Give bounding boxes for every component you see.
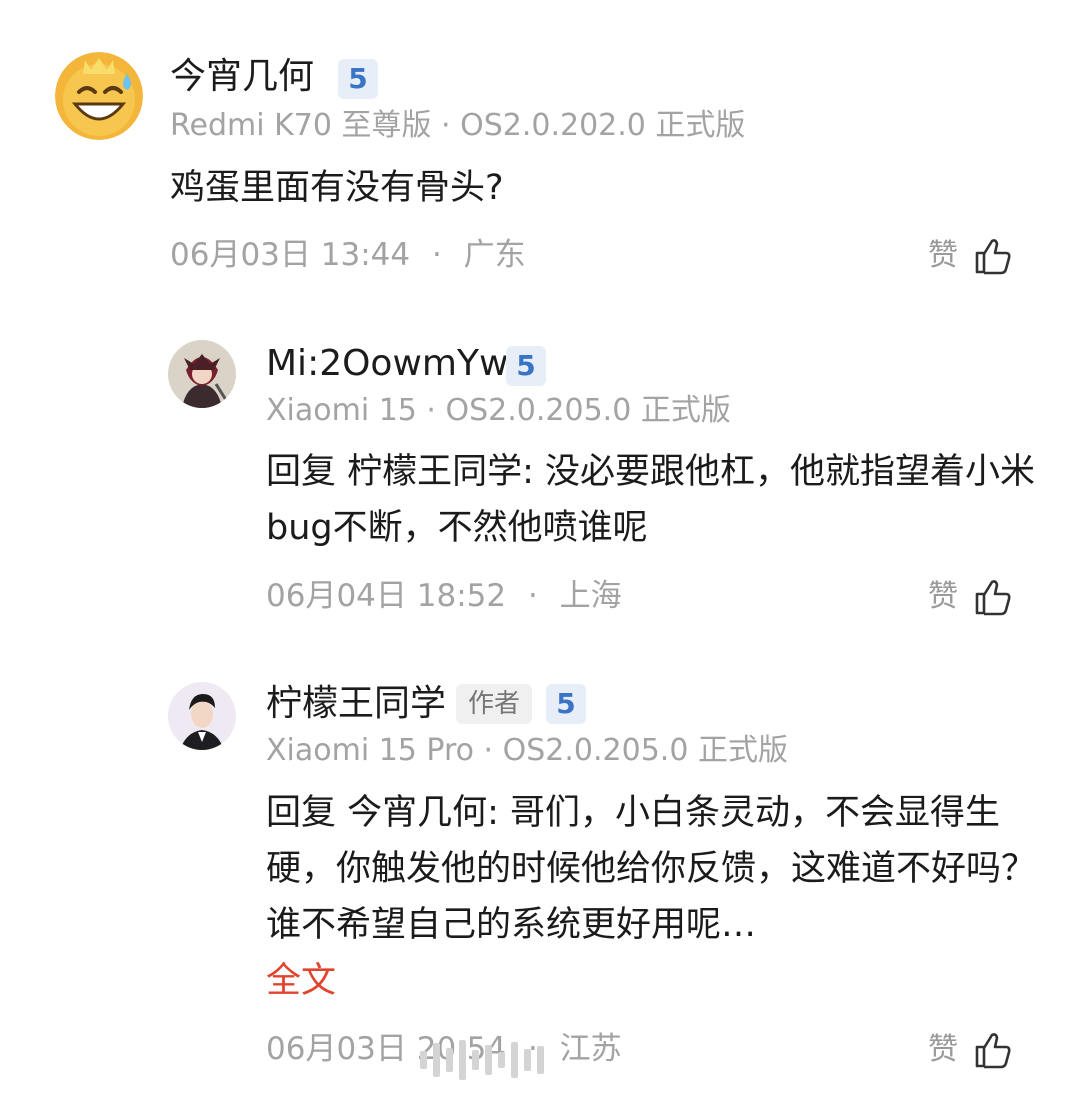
- level-badge: 5: [338, 59, 378, 99]
- comment-text[interactable]: 鸡蛋里面有没有骨头?: [170, 160, 1010, 216]
- like-button[interactable]: 赞: [928, 235, 1013, 277]
- thumbs-up-icon: [975, 580, 1011, 616]
- man-portrait-avatar: [168, 682, 236, 750]
- username[interactable]: 今宵几何: [170, 57, 314, 97]
- timestamp: 06月04日 18:52: [266, 578, 507, 614]
- comment-text[interactable]: 回复 今宵几何: 哥们，小白条灵动，不会显得生硬，你触发他的时候他给你反馈，这难…: [266, 785, 1036, 1009]
- device-info: Redmi K70 至尊版 · OS2.0.202.0 正式版: [170, 108, 746, 143]
- avatar[interactable]: [168, 340, 236, 408]
- device-info: Xiaomi 15 · OS2.0.205.0 正式版: [266, 393, 731, 428]
- comment-text[interactable]: 回复 柠檬王同学: 没必要跟他杠，他就指望着小米bug不断，不然他喷谁呢: [266, 444, 1036, 556]
- location: 上海: [559, 578, 622, 614]
- separator: ·: [527, 578, 538, 614]
- username[interactable]: 柠檬王同学: [266, 684, 446, 724]
- anime-character-avatar: [168, 340, 236, 408]
- watermark: [420, 1030, 650, 1090]
- like-label: 赞: [928, 1032, 958, 1067]
- thumbs-up-icon: [975, 239, 1011, 275]
- avatar[interactable]: [168, 682, 236, 750]
- location: 广东: [463, 237, 526, 273]
- comment-meta: 06月04日 18:52 · 上海: [266, 578, 622, 614]
- like-label: 赞: [928, 579, 958, 614]
- watermark-bar: [472, 1050, 479, 1070]
- watermark-bar: [446, 1048, 453, 1072]
- watermark-bar: [459, 1040, 466, 1080]
- level-badge: 5: [506, 346, 546, 386]
- watermark-bar: [498, 1052, 505, 1068]
- author-badge: 作者: [456, 684, 533, 724]
- watermark-bar: [511, 1042, 518, 1078]
- watermark-bar: [433, 1043, 440, 1077]
- username[interactable]: Mi:2OowmYw: [266, 344, 508, 384]
- avatar[interactable]: [55, 52, 143, 140]
- thumbs-up-icon: [975, 1033, 1011, 1069]
- like-label: 赞: [928, 238, 958, 273]
- watermark-bar: [485, 1045, 492, 1075]
- like-button[interactable]: 赞: [928, 1029, 1013, 1071]
- like-button[interactable]: 赞: [928, 576, 1013, 618]
- full-text-link[interactable]: 全文: [266, 953, 1036, 1009]
- timestamp: 06月03日 13:44: [170, 237, 411, 273]
- smiling-face-with-sweat-icon: [55, 52, 143, 140]
- comment-meta: 06月03日 13:44 · 广东: [170, 237, 526, 273]
- watermark-bar: [524, 1049, 531, 1071]
- device-info: Xiaomi 15 Pro · OS2.0.205.0 正式版: [266, 733, 788, 768]
- watermark-bar: [420, 1051, 427, 1069]
- separator: ·: [431, 237, 442, 273]
- comment-text-content: 回复 今宵几何: 哥们，小白条灵动，不会显得生硬，你触发他的时候他给你反馈，这难…: [266, 793, 1037, 945]
- level-badge: 5: [546, 684, 586, 724]
- watermark-bar: [537, 1046, 544, 1074]
